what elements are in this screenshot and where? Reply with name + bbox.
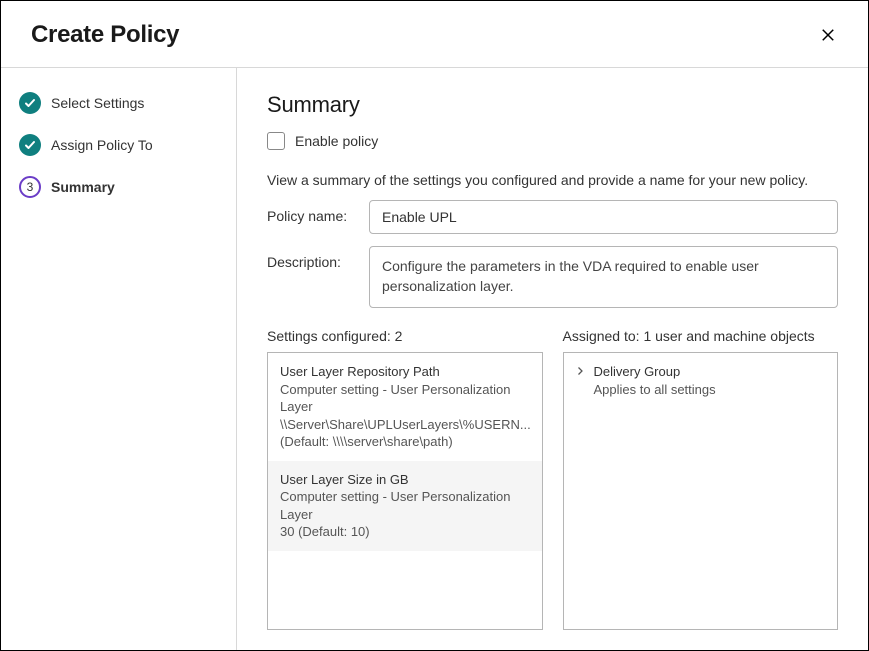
main-content: Summary Enable policy View a summary of …: [237, 68, 868, 650]
wizard-sidebar: Select Settings Assign Policy To 3 Summa…: [1, 68, 237, 650]
form: Policy name: Description:: [267, 200, 838, 308]
setting-title: User Layer Repository Path: [280, 363, 530, 381]
settings-panel: User Layer Repository Path Computer sett…: [267, 352, 543, 630]
policy-name-input[interactable]: [369, 200, 838, 234]
check-icon: [19, 134, 41, 156]
assigned-panel: Delivery Group Applies to all settings: [563, 352, 839, 630]
close-button[interactable]: [818, 25, 838, 45]
window-header: Create Policy: [1, 1, 868, 68]
assigned-column: Assigned to: 1 user and machine objects …: [563, 328, 839, 630]
assigned-title: Delivery Group: [594, 363, 716, 381]
setting-title: User Layer Size in GB: [280, 471, 530, 489]
description-label: Description:: [267, 246, 359, 270]
page-heading: Summary: [267, 92, 838, 118]
setting-item[interactable]: User Layer Repository Path Computer sett…: [268, 353, 542, 461]
enable-policy-label: Enable policy: [295, 133, 378, 149]
step-number-icon: 3: [19, 176, 41, 198]
create-policy-window: Create Policy Select Settings: [0, 0, 869, 651]
assigned-heading: Assigned to: 1 user and machine objects: [563, 328, 839, 344]
step-label: Select Settings: [51, 95, 144, 111]
step-label: Assign Policy To: [51, 137, 153, 153]
step-assign-policy-to[interactable]: Assign Policy To: [19, 134, 224, 156]
summary-hint: View a summary of the settings you confi…: [267, 172, 838, 188]
enable-policy-row: Enable policy: [267, 132, 838, 150]
policy-name-label: Policy name:: [267, 200, 359, 224]
window-title: Create Policy: [31, 21, 179, 49]
setting-category: Computer setting - User Personalization …: [280, 381, 530, 416]
summary-panels: Settings configured: 2 User Layer Reposi…: [267, 328, 838, 630]
description-input[interactable]: [369, 246, 838, 308]
step-select-settings[interactable]: Select Settings: [19, 92, 224, 114]
check-icon: [19, 92, 41, 114]
chevron-right-icon[interactable]: [574, 365, 586, 377]
setting-category: Computer setting - User Personalization …: [280, 488, 530, 523]
settings-column: Settings configured: 2 User Layer Reposi…: [267, 328, 543, 630]
close-icon: [819, 26, 837, 44]
step-label: Summary: [51, 179, 115, 195]
setting-default: (Default: \\\\server\share\path): [280, 433, 530, 451]
setting-value: 30 (Default: 10): [280, 523, 530, 541]
assigned-sub: Applies to all settings: [594, 381, 716, 399]
assigned-item[interactable]: Delivery Group Applies to all settings: [564, 353, 838, 408]
step-summary[interactable]: 3 Summary: [19, 176, 224, 198]
setting-item[interactable]: User Layer Size in GB Computer setting -…: [268, 461, 542, 551]
enable-policy-checkbox[interactable]: [267, 132, 285, 150]
settings-heading: Settings configured: 2: [267, 328, 543, 344]
window-body: Select Settings Assign Policy To 3 Summa…: [1, 68, 868, 650]
setting-value: \\Server\Share\UPLUserLayers\%USERN...: [280, 416, 530, 434]
